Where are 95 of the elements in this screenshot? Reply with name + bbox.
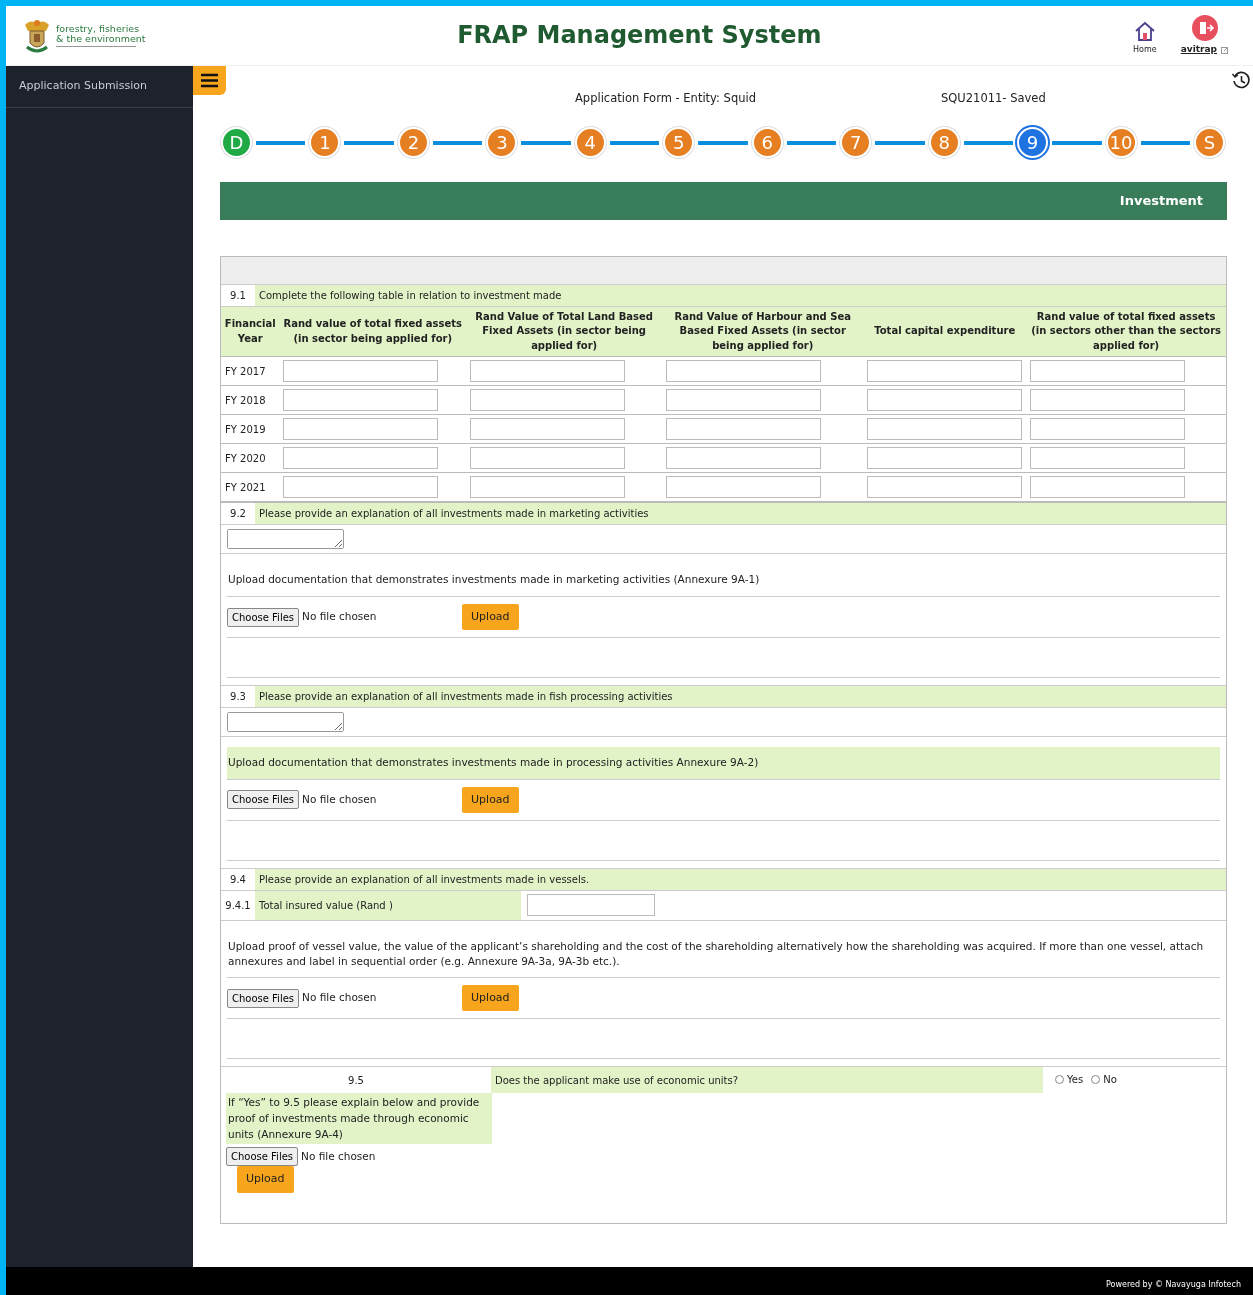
column-header: Financial Year (221, 306, 280, 357)
app-title: FRAP Management System (456, 21, 823, 50)
input-field[interactable] (666, 476, 822, 499)
menu-button[interactable] (193, 66, 226, 95)
question-number: 9.4 (221, 868, 255, 890)
input-field[interactable] (666, 418, 822, 441)
step-circle[interactable]: 1 (309, 127, 341, 159)
choose-files-button[interactable]: Choose Files (227, 607, 300, 627)
logout-icon[interactable] (1191, 14, 1218, 41)
input-field[interactable] (470, 476, 626, 499)
radio-label: Yes (1067, 1073, 1084, 1088)
text-area[interactable] (227, 529, 344, 550)
step-circle[interactable]: 6 (751, 127, 783, 159)
menu-icon[interactable] (200, 73, 219, 89)
step-circle[interactable]: 3 (486, 127, 518, 159)
logo-text: & the environment (56, 34, 146, 44)
step-circle[interactable]: 10 (1105, 127, 1137, 159)
explain-text: If “Yes” to 9.5 please explain below and provide proof of investments made through economic units (Annexure 9A-4) (226, 1093, 492, 1145)
home-link[interactable]: Home (1133, 44, 1157, 57)
footer-text: Powered by © Navayuga Infotech (6, 1267, 1253, 1295)
input-field[interactable] (470, 447, 626, 470)
input-field[interactable] (867, 476, 1023, 499)
input-field[interactable] (666, 360, 822, 383)
input-field[interactable] (867, 389, 1023, 412)
input-field[interactable] (1030, 360, 1186, 383)
section-header: Investment (220, 182, 1227, 220)
input-field[interactable] (470, 418, 626, 441)
input-field[interactable] (283, 447, 439, 470)
input-field[interactable] (283, 360, 439, 383)
file-status: No file chosen (302, 990, 378, 1006)
input-field[interactable] (527, 894, 655, 917)
upload-instruction: Upload proof of vessel value, the value of the applicant’s shareholding and the cost of the shareholding alternatively how the shareholding was acquired. If more than one vessel, attach annexures and label in sequential order (e.g. Annexure 9A-3a, 9A-3b etc.). (227, 938, 1205, 969)
input-field[interactable] (283, 476, 439, 499)
question-text: Does the applicant make use of economic units? (491, 1067, 1043, 1094)
file-status: No file chosen (301, 1149, 377, 1165)
column-header: Rand Value of Harbour and Sea Based Fixed Assets (in sector being applied for) (662, 306, 864, 357)
upload-button[interactable]: Upload (237, 1166, 294, 1193)
radio-label: No (1103, 1073, 1117, 1088)
upload-instruction: Upload documentation that demonstrates investments made in processing activities Annexure 9A-2) (227, 747, 1220, 779)
upload-button[interactable]: Upload (462, 603, 519, 631)
input-field[interactable] (283, 418, 439, 441)
input-field[interactable] (1030, 447, 1186, 470)
step-circle[interactable]: 4 (574, 127, 606, 159)
input-field[interactable] (470, 389, 626, 412)
choose-files-button[interactable]: Choose Files (227, 988, 300, 1008)
step-circle[interactable]: 5 (663, 127, 695, 159)
upload-button[interactable]: Upload (462, 786, 519, 813)
question-number: 9.2 (221, 503, 255, 525)
year-cell: FY 2021 (221, 472, 280, 503)
text-area[interactable] (227, 712, 344, 732)
question-text: Complete the following table in relation to investment made (258, 288, 562, 303)
input-field[interactable] (1030, 389, 1186, 412)
input-field[interactable] (1030, 418, 1186, 441)
history-icon[interactable] (1231, 70, 1251, 90)
column-header: Rand value of total fixed assets (in sector being applied for) (279, 306, 467, 357)
year-cell: FY 2020 (221, 443, 280, 473)
step-circle[interactable]: S (1194, 127, 1225, 159)
step-circle[interactable]: 2 (397, 127, 429, 159)
edit-icon[interactable] (1221, 45, 1229, 54)
input-field[interactable] (867, 360, 1023, 383)
question-text: Please provide an explanation of all investments made in fish processing activities (258, 690, 673, 704)
input-field[interactable] (470, 360, 626, 383)
form-entity-label: Application Form - Entity: Squid (575, 90, 756, 107)
step-circle[interactable]: 8 (928, 127, 960, 159)
upload-instruction: Upload documentation that demonstrates investments made in marketing activities (Annexure 9A-1) (227, 572, 761, 588)
question-number: 9.5 (347, 1073, 365, 1088)
column-header: Rand value of total fixed assets (in sectors other than the sectors applied for) (1026, 306, 1226, 357)
logo-text: forestry, fisheries (56, 24, 140, 34)
user-link[interactable]: avitrap (1180, 42, 1217, 57)
question-text: Please provide an explanation of all investments made in marketing activities (258, 507, 649, 522)
year-cell: FY 2017 (221, 356, 280, 386)
input-field[interactable] (1030, 476, 1186, 499)
step-circle[interactable]: D (221, 127, 252, 159)
question-number: 9.1 (221, 284, 255, 306)
year-cell: FY 2018 (221, 385, 280, 415)
file-status: No file chosen (302, 609, 378, 625)
choose-files-button[interactable]: Choose Files (227, 790, 300, 810)
form-status: SQU21011- Saved (941, 90, 1046, 107)
input-field[interactable] (666, 389, 822, 412)
question-number: 9.3 (221, 686, 255, 707)
choose-files-button[interactable]: Choose Files (226, 1147, 299, 1167)
input-field[interactable] (283, 389, 439, 412)
input-field[interactable] (666, 447, 822, 470)
home-icon[interactable] (1133, 20, 1156, 43)
question-text: Please provide an explanation of all investments made in vessels. (258, 872, 590, 887)
step-circle[interactable]: 7 (840, 127, 872, 159)
upload-button[interactable]: Upload (462, 984, 519, 1012)
field-label: Total insured value (Rand ) (255, 890, 521, 920)
column-header: Rand Value of Total Land Based Fixed Assets (in sector being applied for) (466, 306, 663, 357)
input-field[interactable] (867, 447, 1023, 470)
year-cell: FY 2019 (221, 414, 280, 444)
step-circle[interactable]: 9 (1017, 127, 1049, 159)
column-header: Total capital expenditure (863, 306, 1027, 357)
file-status: No file chosen (302, 791, 378, 807)
input-field[interactable] (867, 418, 1023, 441)
